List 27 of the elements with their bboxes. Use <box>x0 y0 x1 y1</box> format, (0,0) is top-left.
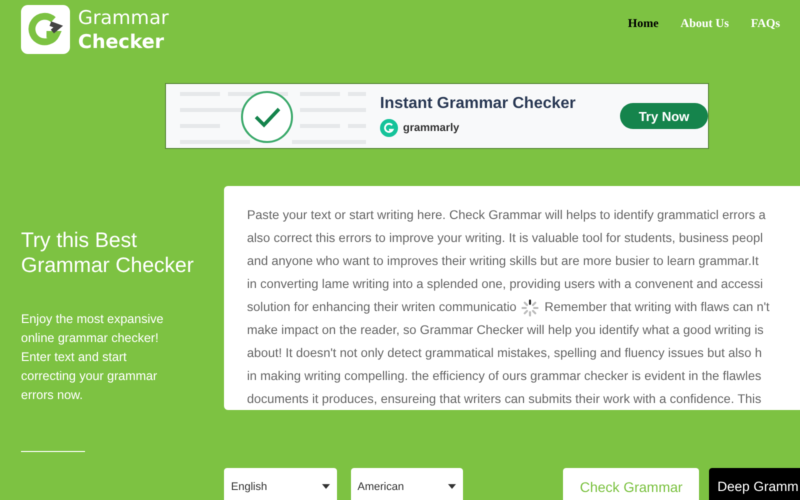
text-line: about! It doesn't not only detect grammatical mistakes, spelling and fluency issues but also h <box>247 345 762 362</box>
logo-icon <box>21 5 70 54</box>
text-line: and anyone who want to improves their writing skills but are more busier to learn grammar.It <box>247 253 759 270</box>
brand-icon <box>380 119 398 137</box>
text-line: make impact on the reader, so Grammar Checker will help you identify what a good writing is <box>247 322 764 339</box>
text-line: also correct this errors to improve your writing. It is valuable tool for students, business peopl <box>247 230 763 247</box>
caret-icon <box>448 484 456 489</box>
text-editor[interactable] <box>224 186 800 410</box>
text-line: Paste your text or start writing here. Check Grammar will helps to identify grammaticl errors a <box>247 207 766 224</box>
dialect-select[interactable]: American <box>350 468 464 500</box>
language-select[interactable]: English <box>224 468 337 500</box>
logo-title: Grammar <box>78 6 169 30</box>
text-line: solution for enhancing their writen communicatio <box>247 299 517 316</box>
text-line: in making writing compelling. the efficiency of ours grammar checker is evident in the flawles <box>247 368 762 385</box>
caret-icon <box>322 484 330 489</box>
brand-name: grammarly <box>403 122 460 134</box>
ad-banner[interactable]: Instant Grammar Checker grammarly Try Now <box>165 83 709 149</box>
deep-grammar-button[interactable]: Deep Gramm <box>709 468 800 500</box>
text-line: in converting lame writing into a splended one, providing users with a convenent and accessi <box>247 276 763 293</box>
ad-title: Instant Grammar Checker <box>380 95 577 113</box>
nav-link[interactable]: Home <box>628 16 659 31</box>
logo-subtitle: Checker <box>78 30 166 54</box>
hero-title: Try this Best Grammar Checker <box>21 228 195 278</box>
try-now-button[interactable]: Try Now <box>620 103 708 129</box>
hero-text: Enjoy the most expansive online grammar checker! Enter text and start correcting your grammar errors now. <box>21 311 164 404</box>
text-line: documents it produces, ensureing that writers can submits their work with a confidence. This <box>247 391 762 408</box>
text-line: Remember that writing with flaws can n't <box>544 299 770 316</box>
